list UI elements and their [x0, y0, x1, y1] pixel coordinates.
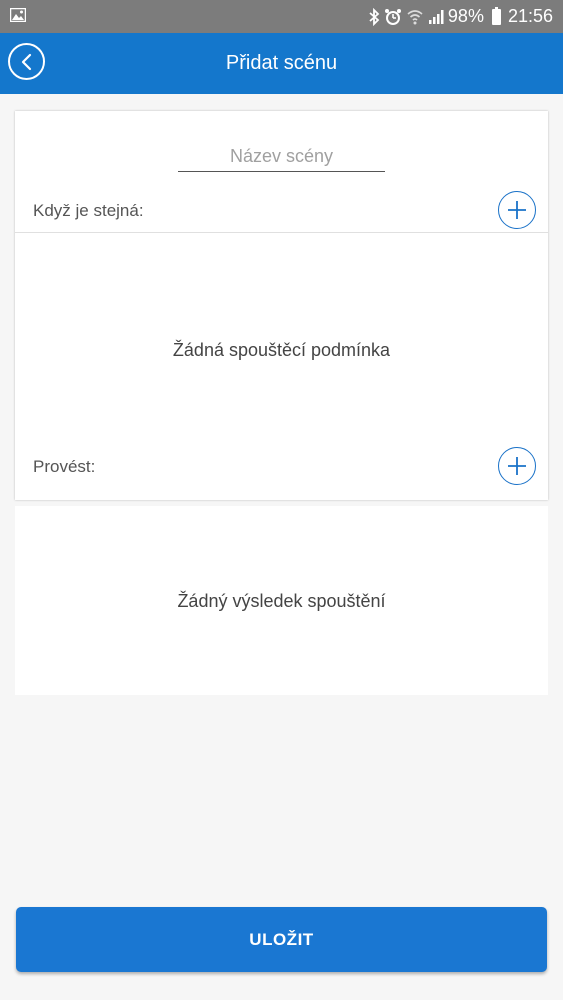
app-bar: Přidat scénu [0, 33, 563, 94]
image-icon [9, 7, 27, 23]
page-title: Přidat scénu [225, 52, 338, 74]
alarm-icon [384, 8, 402, 26]
trigger-empty-text: Žádná spouštěcí podmínka [172, 340, 391, 360]
divider [15, 232, 548, 233]
signal-icon [428, 9, 444, 25]
scene-card: Název scény Když je stejná: Žádná spoušt… [15, 111, 548, 500]
save-button[interactable]: ULOŽIT [16, 907, 547, 972]
battery-percent: 98% [447, 6, 484, 26]
action-empty-text: Žádný výsledek spouštění [177, 591, 386, 611]
plus-icon [508, 201, 526, 219]
trigger-label: Když je stejná: [33, 201, 144, 220]
plus-icon [508, 457, 526, 475]
scene-name-input[interactable]: Název scény [178, 143, 385, 172]
add-trigger-button[interactable] [498, 191, 536, 229]
add-action-button[interactable] [498, 447, 536, 485]
action-label: Provést: [33, 457, 96, 476]
status-bar: 98% 21:56 [0, 0, 563, 33]
back-circle-icon [21, 53, 31, 70]
bluetooth-icon [368, 7, 380, 26]
clock: 21:56 [507, 6, 553, 26]
action-panel: Žádný výsledek spouštění [15, 506, 548, 695]
wifi-icon [406, 8, 424, 26]
back-button[interactable] [8, 43, 45, 80]
battery-icon [491, 6, 501, 25]
